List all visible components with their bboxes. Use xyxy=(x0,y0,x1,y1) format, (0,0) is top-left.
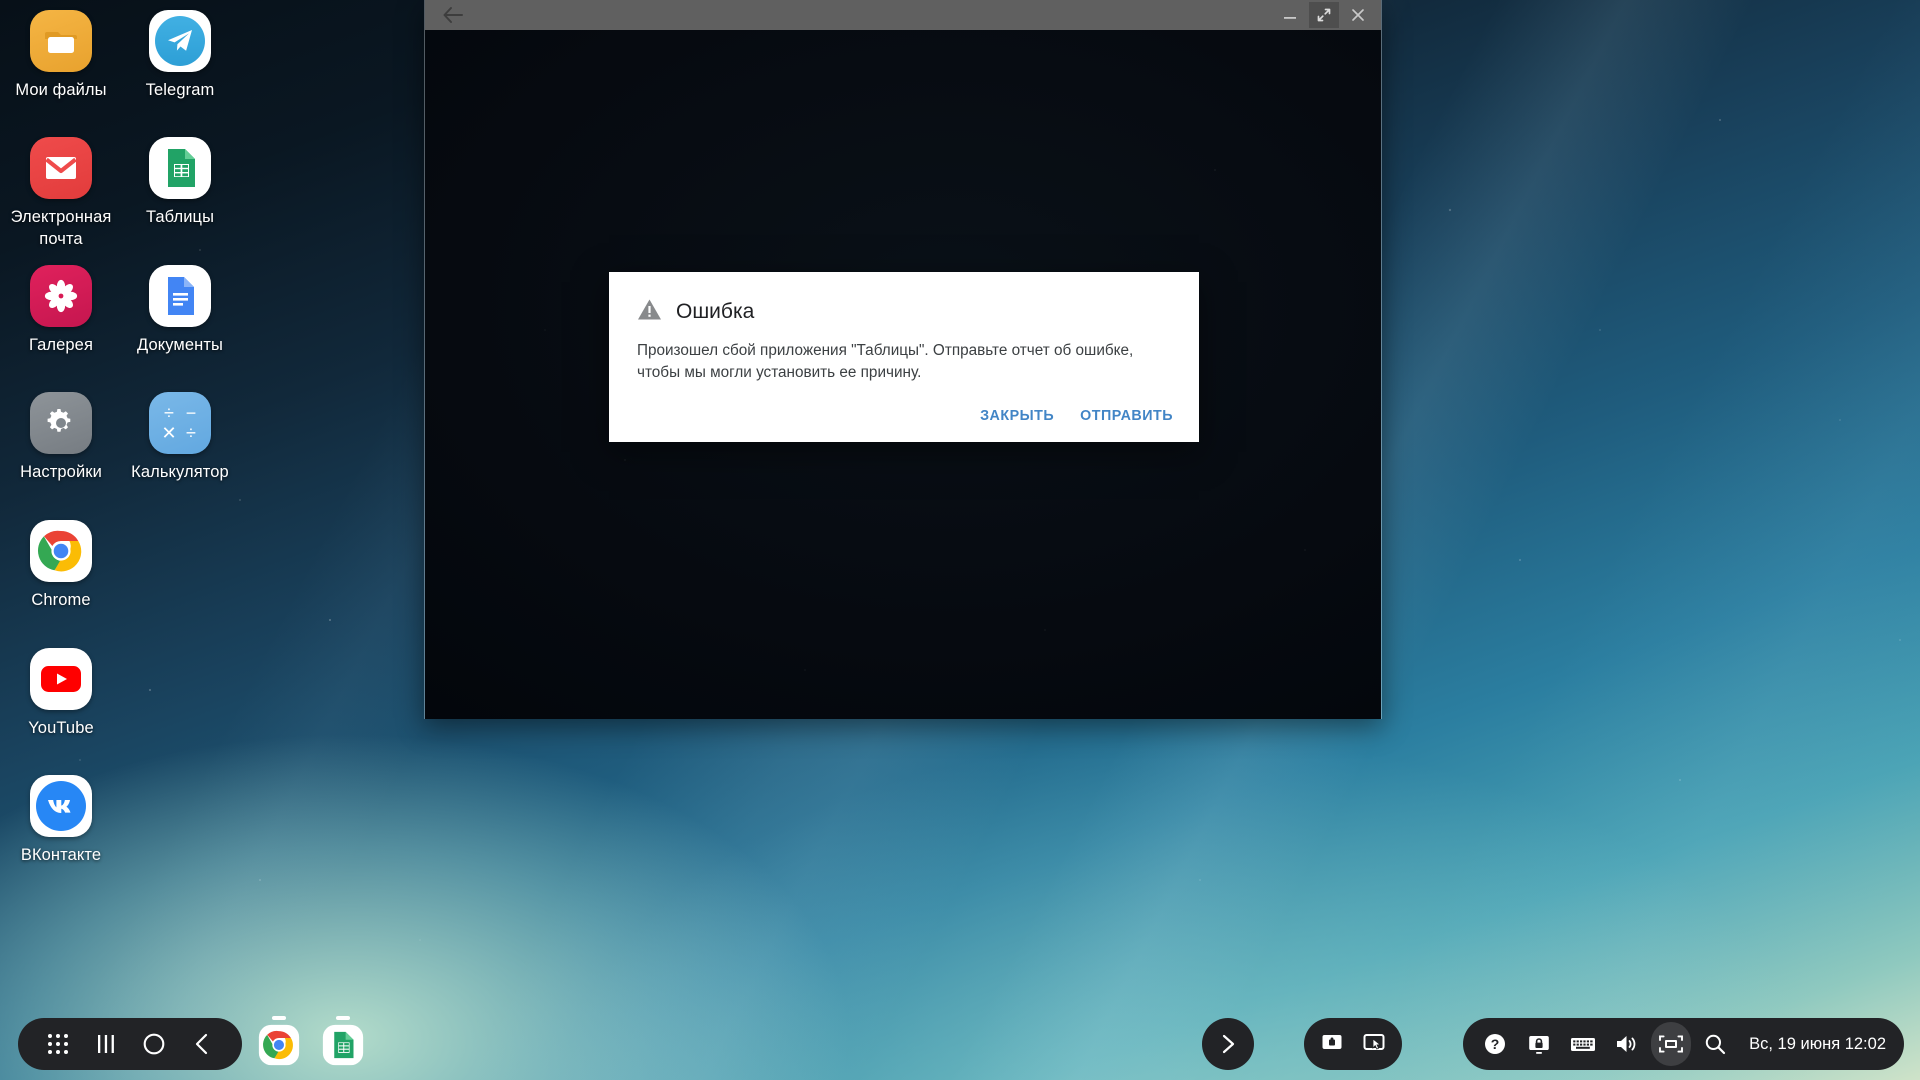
app-label: Мои файлы xyxy=(15,81,107,99)
cast-group xyxy=(1304,1018,1402,1070)
close-icon[interactable] xyxy=(1343,2,1373,28)
error-dialog: Ошибка Произошел сбой приложения "Таблиц… xyxy=(609,272,1199,442)
maximize-icon[interactable] xyxy=(1309,2,1339,28)
expand-tray-button[interactable] xyxy=(1202,1018,1254,1070)
app-icon-youtube[interactable]: YouTube xyxy=(2,648,120,739)
app-label: Telegram xyxy=(145,81,215,99)
recents-bars-icon[interactable] xyxy=(82,1018,130,1070)
folder-icon xyxy=(30,10,92,72)
app-icon-sheets[interactable]: Таблицы xyxy=(121,137,239,228)
minimize-icon[interactable] xyxy=(1275,2,1305,28)
app-icon-gallery[interactable]: Галерея xyxy=(2,265,120,356)
keyboard-icon[interactable] xyxy=(1563,1022,1603,1066)
app-icon-telegram[interactable]: Telegram xyxy=(121,10,239,101)
warning-triangle-icon xyxy=(637,298,662,326)
app-icon-my-files[interactable]: Мои файлы xyxy=(2,10,120,101)
app-icon-email[interactable]: Электронная почта xyxy=(2,137,120,250)
taskbar: ? Вс, 19 июня 12:02 xyxy=(0,1010,1920,1080)
system-tray: ? Вс, 19 июня 12:02 xyxy=(1463,1018,1904,1070)
youtube-icon xyxy=(30,648,92,710)
email-icon xyxy=(30,137,92,199)
search-icon[interactable] xyxy=(1695,1022,1735,1066)
volume-icon[interactable] xyxy=(1607,1022,1647,1066)
app-icon-vk[interactable]: ВКонтакте xyxy=(2,775,120,866)
home-circle-icon[interactable] xyxy=(130,1018,178,1070)
monitor-lock-icon[interactable] xyxy=(1519,1022,1559,1066)
gallery-icon xyxy=(30,265,92,327)
taskbar-running-apps xyxy=(258,1016,364,1072)
dialog-title: Ошибка xyxy=(676,300,755,323)
taskbar-app-chrome[interactable] xyxy=(258,1016,300,1066)
desktop: Мои файлы Telegram Электронная почта Таб… xyxy=(0,0,1920,1080)
dialog-send-button[interactable]: ОТПРАВИТЬ xyxy=(1080,408,1173,424)
app-label: Таблицы xyxy=(145,208,215,226)
dialog-message: Произошел сбой приложения "Таблицы". Отп… xyxy=(637,342,1134,381)
taskbar-app-sheets[interactable] xyxy=(322,1016,364,1066)
app-label: ВКонтакте xyxy=(20,846,102,864)
app-label: Электронная почта xyxy=(10,208,112,248)
running-indicator xyxy=(336,1016,350,1020)
window-controls xyxy=(1275,0,1373,30)
app-icon-docs[interactable]: Документы xyxy=(121,265,239,356)
navigation-pill xyxy=(18,1018,242,1070)
app-icon-settings[interactable]: Настройки xyxy=(2,392,120,483)
back-arrow-icon[interactable] xyxy=(440,2,466,28)
app-label: Калькулятор xyxy=(131,463,229,481)
grid-dots-icon[interactable] xyxy=(34,1018,82,1070)
chrome-icon xyxy=(30,520,92,582)
chevron-right-icon xyxy=(1222,1034,1235,1054)
screen-mirror-icon[interactable] xyxy=(1320,1030,1344,1059)
app-icon-chrome[interactable]: Chrome xyxy=(2,520,120,611)
svg-text:?: ? xyxy=(1491,1036,1500,1052)
app-label: Документы xyxy=(137,336,223,354)
question-mark-icon[interactable]: ? xyxy=(1475,1022,1515,1066)
dialog-close-button[interactable]: ЗАКРЫТЬ xyxy=(980,408,1054,424)
desktop-app-grid: Мои файлы Telegram Электронная почта Таб… xyxy=(0,0,250,900)
google-docs-icon xyxy=(149,265,211,327)
settings-gear-icon xyxy=(30,392,92,454)
telegram-icon xyxy=(149,10,211,72)
window-title-bar[interactable] xyxy=(425,0,1381,30)
app-icon-calculator[interactable]: ÷ − ✕ ÷ Калькулятор xyxy=(121,392,239,483)
clock[interactable]: Вс, 19 июня 12:02 xyxy=(1749,1035,1886,1054)
dialog-actions: ЗАКРЫТЬ ОТПРАВИТЬ xyxy=(980,408,1173,424)
app-label: Chrome xyxy=(31,591,91,609)
app-label: Галерея xyxy=(29,336,93,354)
back-chevron-icon[interactable] xyxy=(178,1018,226,1070)
app-label: Настройки xyxy=(20,463,102,481)
calculator-icon: ÷ − ✕ ÷ xyxy=(149,392,211,454)
running-indicator xyxy=(272,1016,286,1020)
vk-icon xyxy=(30,775,92,837)
app-label: YouTube xyxy=(28,719,94,737)
screen-touch-icon[interactable] xyxy=(1362,1030,1386,1059)
dialog-header: Ошибка xyxy=(637,298,1171,326)
screenshot-frame-icon[interactable] xyxy=(1651,1022,1692,1066)
google-sheets-icon xyxy=(149,137,211,199)
